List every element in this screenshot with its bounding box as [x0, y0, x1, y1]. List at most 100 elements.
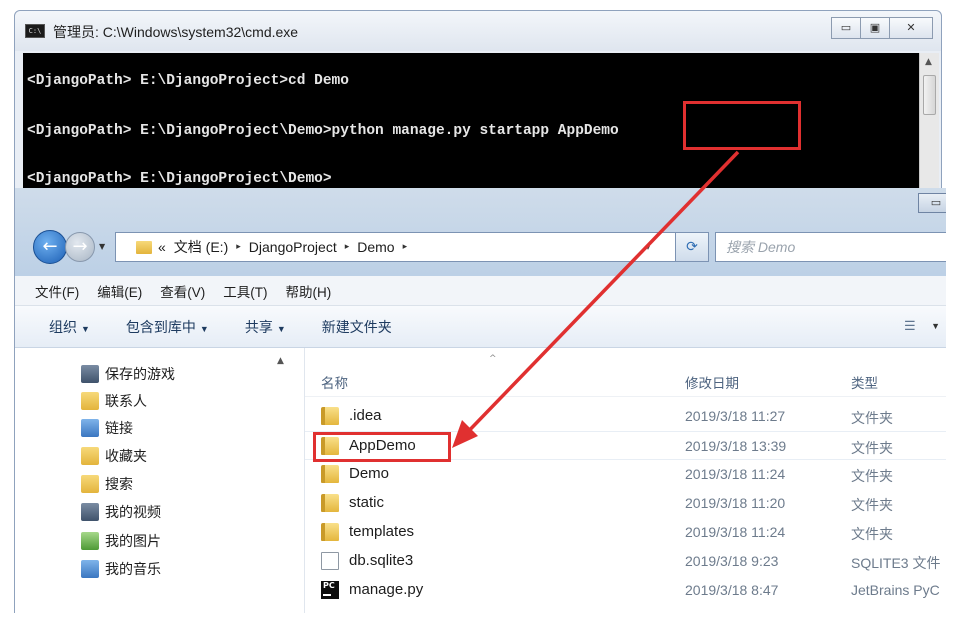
- folder-icon: [136, 240, 152, 254]
- file-row[interactable]: db.sqlite3 2019/3/18 9:23 SQLITE3 文件: [305, 547, 954, 576]
- scroll-up-arrow-icon[interactable]: ▲: [925, 57, 932, 67]
- file-name: templates: [349, 523, 415, 540]
- file-type: 文件夹: [851, 526, 893, 542]
- file-type: 文件夹: [851, 497, 893, 513]
- cmd-titlebar[interactable]: C:\ 管理员: C:\Windows\system32\cmd.exe ▭ ▣…: [15, 11, 941, 51]
- cmd-window-controls: ▭ ▣ ✕: [831, 17, 933, 39]
- nav-item-links[interactable]: 链接: [81, 416, 133, 440]
- menu-edit[interactable]: 编辑(E): [97, 281, 142, 301]
- file-date: 2019/3/18 11:24: [685, 466, 786, 482]
- nav-item-favorites[interactable]: 收藏夹: [81, 444, 147, 468]
- column-header-name[interactable]: 名称: [321, 372, 348, 392]
- file-row[interactable]: .idea 2019/3/18 11:27 文件夹: [305, 402, 954, 431]
- header-divider: [305, 396, 954, 397]
- cmd-window-title: 管理员: C:\Windows\system32\cmd.exe: [53, 24, 299, 40]
- column-header-date[interactable]: 修改日期: [685, 372, 739, 392]
- file-type: 文件夹: [851, 410, 893, 426]
- back-button[interactable]: ←: [33, 230, 67, 264]
- history-dropdown-icon[interactable]: ▼: [99, 242, 105, 251]
- scroll-thumb[interactable]: [923, 75, 936, 115]
- chevron-down-icon: ▼: [81, 323, 90, 334]
- cmd-icon: C:\: [25, 24, 45, 38]
- highlight-box-appdemo-folder: [313, 432, 451, 462]
- nav-item-music[interactable]: 我的音乐: [81, 557, 161, 581]
- file-list: ^ 名称 修改日期 类型 .idea 2019/3/18 11:27 文件夹 A…: [305, 348, 954, 621]
- contacts-icon: [81, 392, 99, 410]
- search-input[interactable]: 搜索 Demo: [715, 232, 954, 262]
- nav-item-videos[interactable]: 我的视频: [81, 500, 161, 524]
- include-in-library-button[interactable]: 包含到库中 ▼: [126, 317, 209, 337]
- chevron-down-icon: ▼: [199, 323, 209, 334]
- breadcrumb-documents[interactable]: 文档 (E:): [174, 237, 228, 257]
- breadcrumb-djangoproject[interactable]: DjangoProject: [249, 239, 337, 255]
- file-date: 2019/3/18 11:24: [685, 524, 786, 540]
- pictures-icon: [81, 532, 99, 550]
- cmd-scrollbar[interactable]: ▲: [919, 53, 939, 199]
- breadcrumb-separator-icon[interactable]: ▸: [236, 242, 241, 252]
- menu-view[interactable]: 查看(V): [160, 281, 205, 301]
- file-name: Demo: [349, 465, 390, 482]
- folder-icon: [321, 523, 339, 541]
- organize-button[interactable]: 组织 ▼: [49, 317, 90, 337]
- nav-item-searches[interactable]: 搜索: [81, 472, 133, 496]
- nav-item-contacts[interactable]: 联系人: [81, 389, 147, 413]
- new-folder-button[interactable]: 新建文件夹: [322, 317, 392, 337]
- file-row[interactable]: PC manage.py 2019/3/18 8:47 JetBrains Py…: [305, 576, 954, 605]
- file-date: 2019/3/18 11:27: [685, 408, 786, 424]
- breadcrumb-separator-icon[interactable]: ▸: [345, 242, 350, 252]
- file-date: 2019/3/18 11:20: [685, 495, 786, 511]
- share-label: 共享: [244, 318, 273, 335]
- menu-tools[interactable]: 工具(T): [223, 281, 267, 301]
- links-icon: [81, 419, 99, 437]
- cmd-line-1: <DjangoPath> E:\DjangoProject>cd Demo: [27, 73, 349, 89]
- pycharm-icon: PC: [321, 581, 339, 599]
- file-type: SQLITE3 文件: [851, 555, 941, 571]
- explorer-window: ▭ ← → ▼ « 文档 (E:) ▸ DjangoProject ▸ Demo…: [14, 188, 954, 621]
- music-icon: [81, 560, 99, 578]
- navigation-pane: ▲ 保存的游戏 联系人 链接 收藏夹 搜索 我的视频 我的图片 我的音乐: [15, 348, 305, 621]
- favorites-icon: [81, 447, 99, 465]
- menu-bar: 文件(F) 编辑(E) 查看(V) 工具(T) 帮助(H): [15, 276, 954, 306]
- maximize-button[interactable]: ▣: [860, 17, 890, 39]
- minimize-button[interactable]: ▭: [831, 17, 861, 39]
- menu-file[interactable]: 文件(F): [35, 281, 79, 301]
- refresh-button[interactable]: ⟳: [675, 232, 709, 262]
- nav-item-label: 联系人: [105, 393, 147, 409]
- share-button[interactable]: 共享 ▼: [245, 317, 286, 337]
- cmd-line-2: <DjangoPath> E:\DjangoProject\Demo>pytho…: [27, 123, 619, 139]
- saved-games-icon: [81, 365, 99, 383]
- nav-item-saved-games[interactable]: 保存的游戏: [81, 362, 175, 386]
- nav-item-pictures[interactable]: 我的图片: [81, 529, 161, 553]
- explorer-titlebar[interactable]: ▭ ← → ▼ « 文档 (E:) ▸ DjangoProject ▸ Demo…: [15, 188, 954, 276]
- file-row[interactable]: static 2019/3/18 11:20 文件夹: [305, 489, 954, 518]
- close-button[interactable]: ✕: [889, 17, 933, 39]
- file-type: JetBrains PyC: [851, 582, 940, 598]
- searches-icon: [81, 475, 99, 493]
- include-library-label: 包含到库中: [125, 318, 196, 335]
- nav-item-label: 我的图片: [105, 533, 161, 549]
- file-row[interactable]: templates 2019/3/18 11:24 文件夹: [305, 518, 954, 547]
- file-date: 2019/3/18 9:23: [685, 553, 779, 569]
- column-header-type[interactable]: 类型: [851, 372, 878, 392]
- address-bar[interactable]: « 文档 (E:) ▸ DjangoProject ▸ Demo ▸ ▾: [115, 232, 685, 262]
- folder-icon: [321, 494, 339, 512]
- forward-button[interactable]: →: [65, 232, 95, 262]
- file-name: db.sqlite3: [349, 552, 414, 569]
- nav-item-label: 链接: [105, 420, 133, 436]
- explorer-minimize-button[interactable]: ▭: [918, 193, 954, 213]
- cmd-window: C:\ 管理员: C:\Windows\system32\cmd.exe ▭ ▣…: [14, 10, 942, 200]
- view-options-icon[interactable]: ☰: [904, 318, 924, 334]
- file-row[interactable]: Demo 2019/3/18 11:24 文件夹: [305, 460, 954, 489]
- breadcrumb-demo[interactable]: Demo: [357, 239, 394, 255]
- document-icon: [321, 552, 339, 570]
- view-dropdown-icon[interactable]: ▼: [931, 321, 940, 331]
- file-date: 2019/3/18 8:47: [685, 582, 779, 598]
- address-dropdown-icon[interactable]: ▾: [646, 243, 650, 252]
- nav-scroll-up-icon[interactable]: ▲: [277, 356, 284, 366]
- address-overflow[interactable]: «: [158, 239, 166, 255]
- back-arrow-icon: ←: [42, 236, 58, 257]
- breadcrumb-separator-icon[interactable]: ▸: [403, 242, 408, 252]
- file-name: manage.py: [349, 581, 424, 598]
- nav-item-label: 我的音乐: [105, 561, 161, 577]
- menu-help[interactable]: 帮助(H): [286, 281, 332, 301]
